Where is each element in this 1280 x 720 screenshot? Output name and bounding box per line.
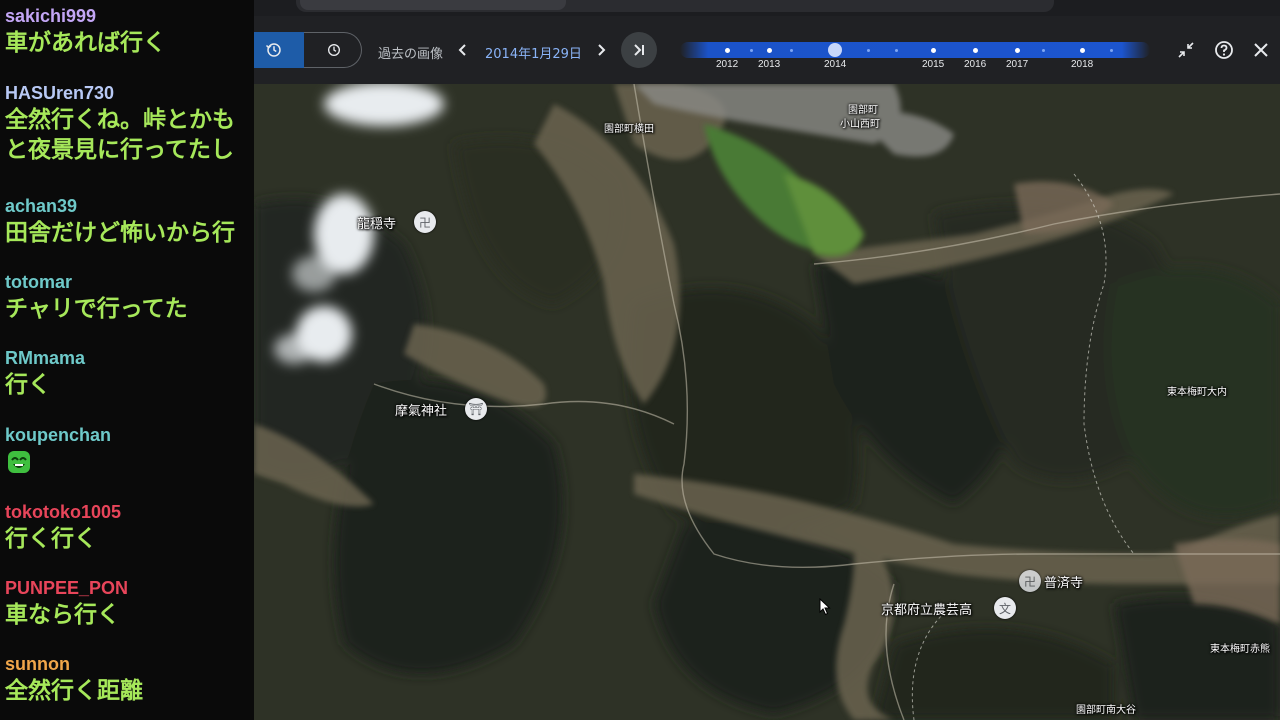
timeline-year: 2015 <box>922 59 945 70</box>
chat-message: sunnon 全然行く距離 <box>5 654 143 706</box>
search-bar[interactable] <box>296 0 1054 12</box>
skip-to-latest-icon[interactable] <box>621 32 657 68</box>
chat-username[interactable]: sakichi999 <box>5 6 166 26</box>
timeline-dot[interactable] <box>790 49 793 52</box>
chat-username[interactable]: HASUren730 <box>5 83 235 103</box>
green-face-emote-icon <box>8 451 30 473</box>
map-label[interactable]: 摩氣神社 <box>395 400 447 419</box>
chat-username[interactable]: achan39 <box>5 196 235 216</box>
chat-message: koupenchan <box>5 425 111 480</box>
history-icon <box>262 38 286 62</box>
help-icon[interactable] <box>1212 38 1236 62</box>
timeline-dot[interactable] <box>931 48 936 53</box>
timeline-year: 2016 <box>964 59 987 70</box>
clock-icon <box>322 38 346 62</box>
timeline-year: 2013 <box>758 59 781 70</box>
imagery-timeline[interactable] <box>680 42 1150 58</box>
timeline-selected-marker[interactable] <box>828 43 842 57</box>
chat-text: チャリで行ってた <box>5 296 188 322</box>
timeline-year: 2017 <box>1006 59 1029 70</box>
toolbar-icon[interactable] <box>676 0 712 10</box>
chat-text: 全然行くね。峠とかも <box>5 107 235 133</box>
chevron-left-icon[interactable] <box>453 40 473 60</box>
map-label[interactable]: 東本梅町大内 <box>1167 383 1227 398</box>
chat-message: sakichi999 車があれば行く <box>5 6 166 58</box>
search-field[interactable] <box>300 0 566 10</box>
imagery-date: 2014年1月29日 <box>485 47 582 62</box>
chat-text: 車なら行く <box>5 602 120 628</box>
timeline-dot[interactable] <box>1110 49 1113 52</box>
map-label[interactable]: 龍穏寺 <box>357 213 396 232</box>
map-label[interactable]: 京都府立農芸高 <box>881 599 972 618</box>
chat-message: totomar チャリで行ってた <box>5 272 188 324</box>
timeline-dot[interactable] <box>750 49 753 52</box>
timeline-dot[interactable] <box>1042 49 1045 52</box>
chat-text: 行く <box>5 372 51 398</box>
timeline-dot[interactable] <box>725 48 730 53</box>
chat-text: 田舎だけど怖いから行 <box>5 220 235 246</box>
timeline-dot[interactable] <box>867 49 870 52</box>
chat-panel: sakichi999 車があれば行く HASUren730 全然行くね。峠とかも… <box>0 0 254 720</box>
temple-pin-icon[interactable]: 卍 <box>1019 570 1041 592</box>
shrine-pin-icon[interactable]: ⛩ <box>465 398 487 420</box>
mouse-cursor-icon <box>819 598 831 616</box>
timeline-year: 2014 <box>824 59 847 70</box>
chat-text: 車があれば行く <box>5 30 166 56</box>
close-icon[interactable] <box>1249 38 1273 62</box>
map-label[interactable]: 園部町南大谷 <box>1076 701 1136 716</box>
chat-message: HASUren730 全然行くね。峠とかも と夜景見に行ってたし <box>5 83 235 165</box>
map-label[interactable]: 園部町横田 <box>604 120 654 135</box>
timeline-year: 2012 <box>716 59 739 70</box>
chat-text: 行く行く <box>5 526 97 552</box>
timeline-dot[interactable] <box>1080 48 1085 53</box>
historical-imagery-label: 過去の画像 <box>378 47 444 62</box>
chat-message: achan39 田舎だけど怖いから行 <box>5 196 235 248</box>
timeline-dot[interactable] <box>895 49 898 52</box>
chat-username[interactable]: totomar <box>5 272 188 292</box>
timeline-year: 2018 <box>1071 59 1094 70</box>
collapse-icon[interactable] <box>1176 40 1196 60</box>
school-pin-icon[interactable]: 文 <box>994 597 1016 619</box>
chat-username[interactable]: RMmama <box>5 348 85 368</box>
chat-username[interactable]: koupenchan <box>5 425 111 445</box>
satellite-map[interactable]: 園部町横田 園部町 小山西町 龍穏寺 卍 摩氣神社 ⛩ 東本梅町大内 卍 普済寺… <box>254 84 1280 720</box>
chat-username[interactable]: PUNPEE_PON <box>5 578 128 598</box>
map-label[interactable]: 園部町 <box>848 101 878 116</box>
chat-message: PUNPEE_PON 車なら行く <box>5 578 128 630</box>
chat-text: と夜景見に行ってたし <box>5 137 234 163</box>
map-label[interactable]: 東本梅町赤熊 <box>1210 640 1270 655</box>
temple-pin-icon[interactable]: 卍 <box>414 211 436 233</box>
chat-username[interactable]: tokotoko1005 <box>5 502 121 522</box>
timeline-dot[interactable] <box>767 48 772 53</box>
chat-text: 全然行く距離 <box>5 678 143 704</box>
chat-message: tokotoko1005 行く行く <box>5 502 121 554</box>
timeline-dot[interactable] <box>973 48 978 53</box>
map-label[interactable]: 普済寺 <box>1044 572 1083 591</box>
chat-message: RMmama 行く <box>5 348 85 400</box>
chevron-right-icon[interactable] <box>591 40 611 60</box>
map-label[interactable]: 小山西町 <box>840 115 880 130</box>
chat-username[interactable]: sunnon <box>5 654 143 674</box>
timeline-dot[interactable] <box>1015 48 1020 53</box>
